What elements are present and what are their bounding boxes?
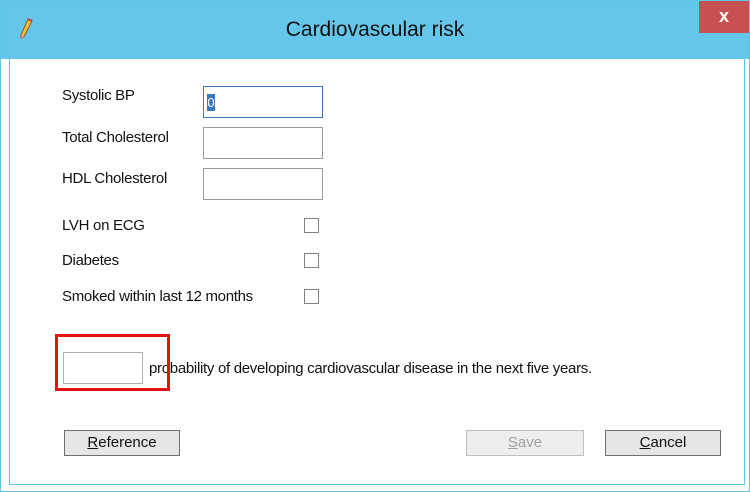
systolic-bp-label: Systolic BP [62, 87, 135, 104]
title-bar[interactable]: Cardiovascular risk x [1, 1, 749, 59]
diabetes-label: Diabetes [62, 252, 119, 269]
hdl-cholesterol-input[interactable] [203, 168, 323, 200]
reference-button-mnemonic: R [87, 434, 99, 451]
window-title: Cardiovascular risk [285, 18, 465, 41]
cancel-button[interactable]: Cancel [605, 430, 721, 456]
cancel-button-label: ancel [650, 434, 687, 451]
reference-button-label: eference [98, 434, 157, 451]
smoked-checkbox[interactable] [304, 289, 319, 304]
systolic-bp-input[interactable] [203, 86, 323, 118]
hdl-cholesterol-label: HDL Cholesterol [62, 170, 167, 187]
dialog-body: Systolic BP 0 Total Cholesterol HDL Chol… [9, 59, 745, 485]
close-button[interactable]: x [699, 1, 749, 33]
save-button-label: ave [517, 434, 543, 451]
diabetes-checkbox[interactable] [304, 253, 319, 268]
save-button[interactable]: Save [466, 430, 584, 456]
total-cholesterol-label: Total Cholesterol [62, 129, 169, 146]
cancel-button-mnemonic: C [639, 434, 651, 451]
highlight-box [55, 334, 170, 391]
lvh-on-ecg-checkbox[interactable] [304, 218, 319, 233]
systolic-bp-selected-text: 0 [207, 94, 215, 111]
reference-button[interactable]: Reference [64, 430, 180, 456]
save-button-mnemonic: S [507, 434, 518, 451]
total-cholesterol-input[interactable] [203, 127, 323, 159]
probability-description: probability of developing cardiovascular… [149, 360, 592, 377]
smoked-label: Smoked within last 12 months [62, 288, 253, 305]
lvh-on-ecg-label: LVH on ECG [62, 217, 145, 234]
cardiovascular-risk-dialog: Cardiovascular risk x Systolic BP 0 Tota… [0, 0, 750, 492]
